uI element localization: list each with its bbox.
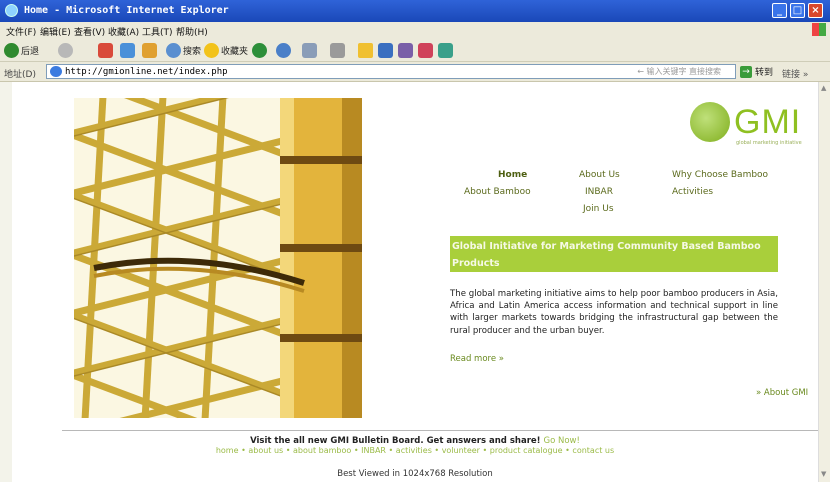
footer-divider (62, 430, 818, 431)
forward-arrow-icon (58, 42, 73, 58)
history-icon (276, 42, 291, 58)
address-search-hint: ← 输入关键字 直接搜索 (637, 67, 721, 76)
home-button[interactable] (142, 42, 157, 58)
history-button[interactable] (276, 42, 291, 58)
back-button[interactable]: 后退 (4, 42, 39, 58)
read-more-link[interactable]: Read more » (450, 354, 504, 364)
woven-bamboo-illustration (74, 98, 362, 418)
footer-link-inbar[interactable]: INBAR (361, 446, 386, 455)
address-bar: 地址(D) http://gmionline.net/index.php ← 输… (0, 62, 830, 82)
bulletin-notice: Visit the all new GMI Bulletin Board. Ge… (12, 436, 818, 446)
address-label: 地址(D) (4, 70, 36, 80)
footer-link-home[interactable]: home (216, 446, 239, 455)
menu-favorites[interactable]: 收藏(A) (108, 25, 139, 38)
footer-link-volunteer[interactable]: volunteer (442, 446, 480, 455)
nav-inbar[interactable]: INBAR (585, 187, 613, 197)
extra-button[interactable] (438, 42, 453, 58)
search-icon (166, 42, 181, 58)
links-button[interactable]: 链接 » (782, 67, 808, 80)
footer-link-product-catalogue[interactable]: product catalogue (490, 446, 563, 455)
nav-join-us[interactable]: Join Us (583, 204, 614, 214)
star-icon (204, 42, 219, 58)
menu-view[interactable]: 查看(V) (74, 25, 105, 38)
woven-bamboo-photo (74, 98, 362, 418)
menu-file[interactable]: 文件(F) (6, 25, 36, 38)
research-icon (398, 42, 413, 58)
menu-tools[interactable]: 工具(T) (142, 25, 173, 38)
footer-link-contact-us[interactable]: contact us (572, 446, 614, 455)
window-title: Home - Microsoft Internet Explorer (24, 5, 229, 16)
minimize-button[interactable]: _ (772, 3, 787, 18)
nav-about-bamboo[interactable]: About Bamboo (464, 187, 531, 197)
intro-paragraph: The global marketing initiative aims to … (450, 289, 778, 336)
close-button[interactable]: × (808, 3, 823, 18)
internet-explorer-icon (5, 4, 18, 17)
maximize-button[interactable]: □ (790, 3, 805, 18)
nav-why-choose-bamboo[interactable]: Why Choose Bamboo (672, 170, 768, 180)
logo-tagline: global marketing initiative (736, 140, 802, 146)
scroll-up-arrow-icon[interactable]: ▲ (821, 84, 829, 92)
research-button[interactable] (398, 42, 413, 58)
bulletin-text: Visit the all new GMI Bulletin Board. Ge… (250, 436, 541, 446)
footer-links: home • about us • about bamboo • INBAR •… (215, 446, 615, 455)
media-icon (252, 42, 267, 58)
favorites-button[interactable]: 收藏夹 (204, 42, 248, 58)
mail-icon (302, 42, 317, 58)
nav-home[interactable]: Home (498, 170, 527, 180)
stop-icon (98, 42, 113, 58)
menu-bar: 文件(F) 编辑(E) 查看(V) 收藏(A) 工具(T) 帮助(H) (0, 22, 830, 38)
bamboo-ball-logo-icon (690, 102, 730, 142)
address-input[interactable]: http://gmionline.net/index.php ← 输入关键字 直… (46, 64, 736, 79)
nav-activities[interactable]: Activities (672, 187, 713, 197)
bulletin-go-now-link[interactable]: Go Now! (544, 436, 580, 446)
back-arrow-icon (4, 42, 19, 58)
messenger-button[interactable] (378, 42, 393, 58)
footer-link-about-bamboo[interactable]: about bamboo (293, 446, 351, 455)
media-button[interactable] (252, 42, 267, 58)
address-url[interactable]: http://gmionline.net/index.php (65, 67, 228, 77)
best-viewed-note: Best Viewed in 1024x768 Resolution (337, 469, 493, 479)
scroll-down-arrow-icon[interactable]: ▼ (821, 470, 829, 478)
forward-button[interactable] (58, 42, 73, 58)
page-icon (50, 66, 62, 77)
menu-help[interactable]: 帮助(H) (176, 25, 208, 38)
page-viewport: GMI global marketing initiative Home Abo… (12, 82, 818, 482)
logo-name: GMI (734, 103, 802, 141)
mail-button[interactable] (302, 42, 317, 58)
folder-button[interactable] (358, 42, 373, 58)
menu-edit[interactable]: 编辑(E) (40, 25, 71, 38)
go-arrow-icon: → (740, 65, 752, 78)
about-gmi-link[interactable]: » About GMI (756, 388, 808, 398)
print-button[interactable] (330, 42, 345, 58)
footer-link-about-us[interactable]: about us (248, 446, 283, 455)
footer-link-activities[interactable]: activities (396, 446, 432, 455)
refresh-button[interactable] (120, 42, 135, 58)
stop-button[interactable] (98, 42, 113, 58)
toolbar: 后退 搜索 收藏夹 (0, 38, 830, 62)
extension-icon (438, 42, 453, 58)
tools-button[interactable] (418, 42, 433, 58)
people-icon (378, 42, 393, 58)
nav-about-us[interactable]: About Us (579, 170, 620, 180)
folder-icon (358, 42, 373, 58)
initiative-banner: Global Initiative for Marketing Communit… (450, 236, 778, 272)
search-button[interactable]: 搜索 (166, 42, 201, 58)
tools-icon (418, 42, 433, 58)
home-icon (142, 42, 157, 58)
gmi-logo[interactable]: GMI global marketing initiative (690, 98, 810, 148)
refresh-icon (120, 42, 135, 58)
windows-logo-icon (812, 23, 826, 36)
title-bar: Home - Microsoft Internet Explorer _ □ × (0, 0, 830, 22)
print-icon (330, 42, 345, 58)
vertical-scrollbar[interactable]: ▲ ▼ (818, 82, 830, 482)
go-button[interactable]: → 转到 (740, 65, 773, 78)
